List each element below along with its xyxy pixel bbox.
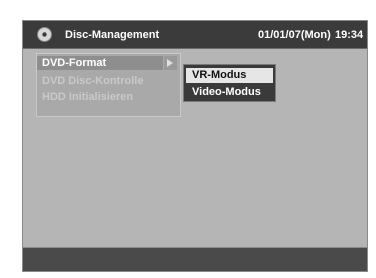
arrow-right-icon (167, 59, 173, 67)
date-display: 01/01/07(Mon) (258, 29, 331, 41)
format-submenu: VR-Modus Video-Modus (183, 64, 276, 102)
footer-bar (23, 247, 367, 271)
menu-item-dvd-format[interactable]: DVD-Format (37, 56, 163, 70)
time-display: 19:34 (335, 29, 364, 41)
main-menu: DVD-Format DVD Disc-Kontrolle HDD Initia… (36, 53, 181, 117)
page-title: Disc-Management (65, 29, 160, 41)
disc-management-screen: Disc-Management 01/01/07(Mon) 19:34 DVD-… (22, 20, 368, 272)
title-bar: Disc-Management 01/01/07(Mon) 19:34 (23, 21, 367, 49)
menu-item-hdd-initialisieren[interactable]: HDD Initialisieren (37, 90, 177, 104)
submenu-arrow-box (164, 56, 177, 70)
disc-icon (37, 27, 52, 42)
submenu-item-vr-modus[interactable]: VR-Modus (186, 68, 273, 83)
submenu-item-video-modus[interactable]: Video-Modus (186, 85, 273, 100)
menu-item-dvd-disc-kontrolle[interactable]: DVD Disc-Kontrolle (37, 74, 177, 88)
